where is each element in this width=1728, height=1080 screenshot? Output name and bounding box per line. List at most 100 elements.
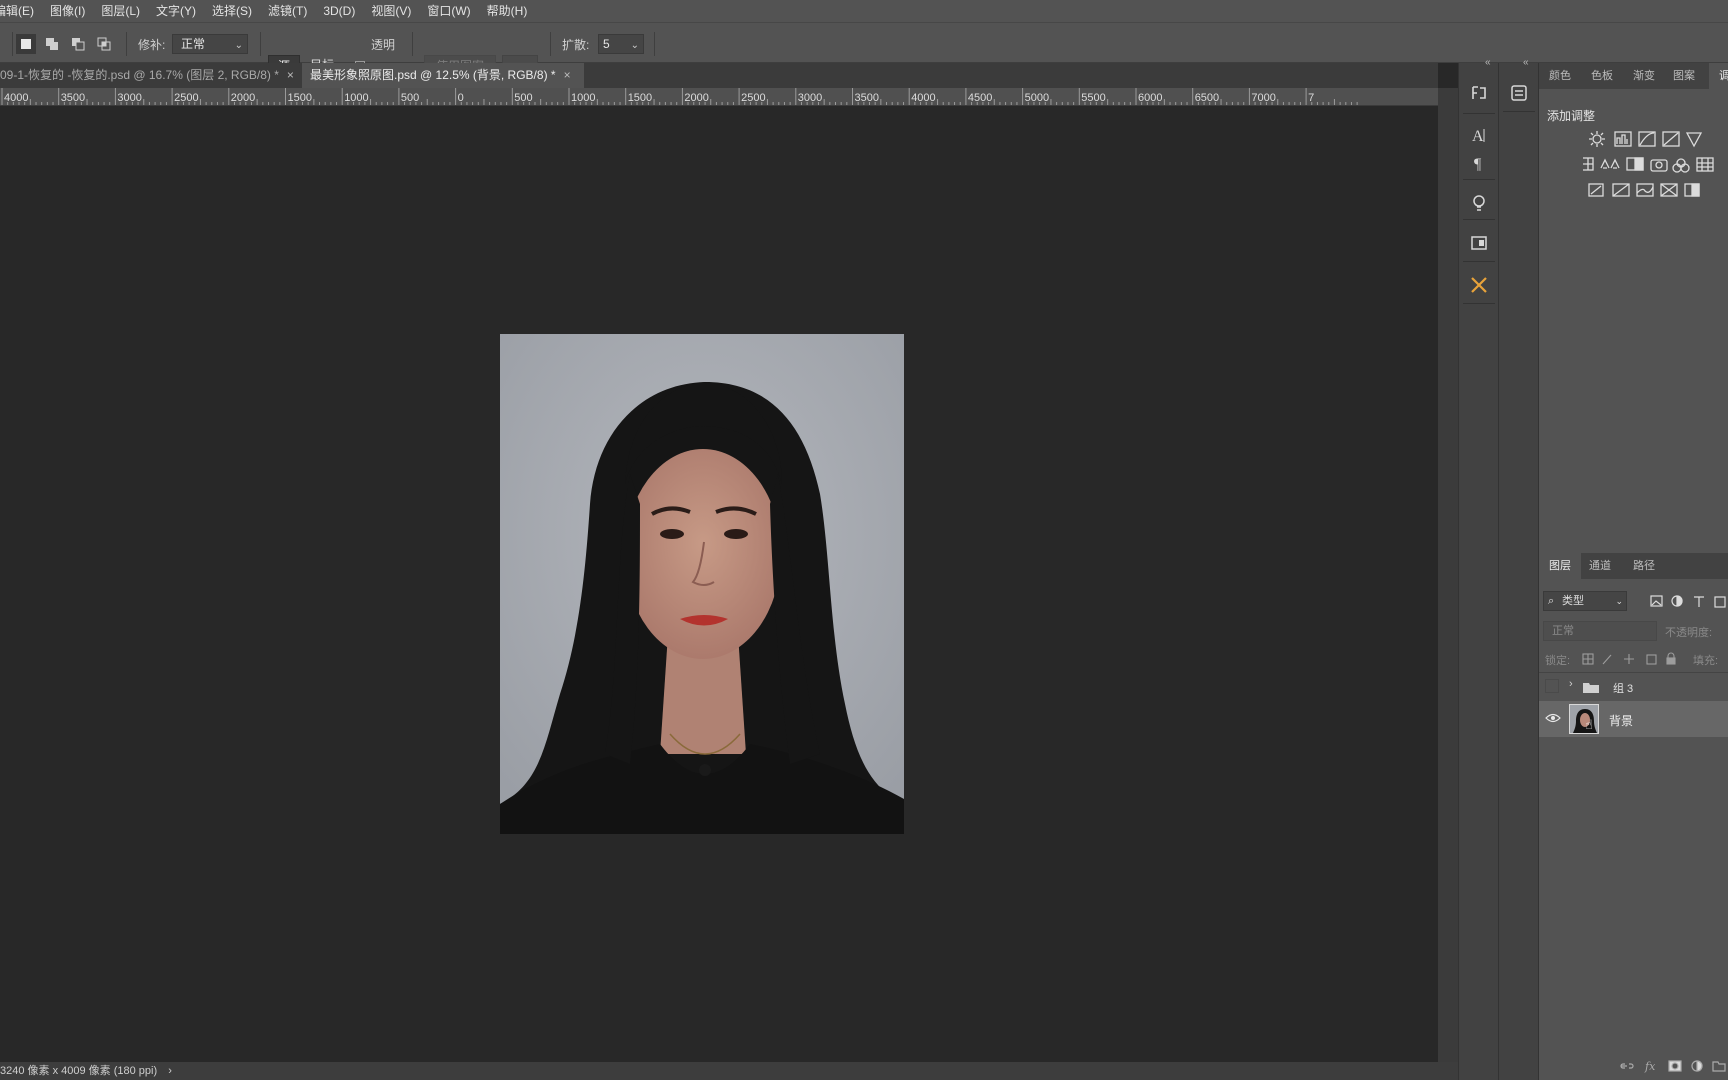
close-icon[interactable]: × (564, 68, 571, 82)
document-tabs: 09-1-恢复的 -恢复的.psd @ 16.7% (图层 2, RGB/8) … (0, 63, 1438, 88)
type-filter-icon (1694, 596, 1704, 607)
search-icon: ⌕ (1548, 595, 1555, 607)
add-selection-icon[interactable] (42, 34, 62, 54)
layer-name: 组 3 (1613, 683, 1634, 695)
lock-label: 锁定: (1545, 655, 1571, 667)
tools-cross-icon[interactable] (1467, 273, 1491, 297)
learn-bulb-icon[interactable] (1467, 191, 1491, 215)
blend-mode-select[interactable]: 正常 (1543, 621, 1657, 641)
options-bar: 修补: 正常 ⌄ 源 目标 透明 使用图案 扩散: 5 ⌄ (0, 22, 1728, 77)
layer-name: 背景 (1609, 714, 1634, 728)
status-menu-arrow[interactable]: › (168, 1065, 172, 1077)
ruler-tick-label: 1500 (627, 92, 653, 104)
layer-row-group[interactable]: › 组 3 (1539, 673, 1728, 701)
properties-icon[interactable] (1507, 81, 1531, 105)
layer-filter-icons (1650, 595, 1726, 608)
lock-icons (1582, 652, 1676, 665)
tab-document-1[interactable]: 09-1-恢复的 -恢复的.psd @ 16.7% (图层 2, RGB/8) … (0, 63, 300, 88)
ruler-tick-label: 2000 (230, 92, 256, 104)
layer-filter-select[interactable]: ⌕ 类型 ⌄ (1543, 591, 1627, 611)
patch-label: 修补: (138, 38, 166, 52)
threshold-icon (1636, 183, 1654, 197)
divider (550, 32, 551, 56)
layer-thumbnail (1569, 704, 1599, 734)
svg-text:fx: fx (1644, 1060, 1656, 1073)
ruler-tick-label: 3000 (797, 92, 823, 104)
diffusion-select[interactable]: 5 ⌄ (598, 34, 644, 54)
ruler-tick-label: 3000 (117, 92, 142, 104)
menu-type[interactable]: 文字(Y) (148, 0, 204, 22)
curves-icon (1638, 131, 1656, 147)
patch-mode-value: 正常 (181, 37, 206, 51)
ruler-tick-label: 2500 (741, 92, 766, 104)
intersect-selection-icon[interactable] (94, 34, 114, 54)
ruler-tick-label: 4000 (4, 92, 29, 104)
paragraph-icon[interactable]: ¶ (1467, 151, 1491, 175)
shape-filter-icon (1714, 596, 1726, 608)
vertical-scrollbar[interactable] (1438, 88, 1458, 1062)
history-icon[interactable] (1467, 81, 1491, 105)
menu-edit[interactable]: 编辑(E) (0, 0, 42, 22)
menu-layer[interactable]: 图层(L) (93, 0, 148, 22)
character-icon[interactable]: A (1467, 123, 1491, 147)
menu-help[interactable]: 帮助(H) (479, 0, 536, 22)
menu-filter[interactable]: 滤镜(T) (260, 0, 315, 22)
patch-mode-select[interactable]: 正常 ⌄ (172, 34, 248, 54)
invert-icon (1588, 183, 1604, 197)
eye-icon[interactable] (1545, 713, 1561, 723)
close-icon[interactable]: × (287, 68, 294, 82)
libraries-icon[interactable] (1467, 231, 1491, 255)
tab-channels[interactable]: 通道 (1589, 553, 1611, 579)
expand-chevron-icon[interactable]: › (1569, 678, 1573, 690)
lock-transparency-icon (1582, 653, 1594, 665)
ruler-tick-label: 5500 (1081, 92, 1106, 104)
collapse-icon[interactable]: « (1523, 57, 1529, 68)
new-group-icon (1712, 1061, 1726, 1072)
fx-icon: fx (1644, 1060, 1656, 1073)
ruler-tick-label: 6000 (1138, 92, 1163, 104)
tab-title: 09-1-恢复的 -恢复的.psd @ 16.7% (图层 2, RGB/8) … (0, 68, 279, 82)
divider (260, 32, 261, 56)
opacity-label: 不透明度: (1665, 627, 1713, 639)
right-panel: 颜色 色板 渐变 图案 调 添加调整 图层 通道 路径 ⌕ 类型 ⌄ 正常 不透… (1538, 63, 1728, 1080)
tab-gradients[interactable]: 渐变 (1633, 63, 1655, 89)
photo-filter-icon (1650, 159, 1668, 172)
diffusion-value: 5 (603, 37, 610, 51)
tab-document-2[interactable]: 最美形象照原图.psd @ 12.5% (背景, RGB/8) * × (302, 63, 584, 88)
menu-3d[interactable]: 3D(D) (315, 0, 363, 22)
tab-swatches[interactable]: 色板 (1591, 63, 1613, 89)
chevron-down-icon: ⌄ (1615, 596, 1623, 606)
divider (654, 32, 655, 56)
new-fill-adjustment-icon (1691, 1060, 1703, 1072)
menu-view[interactable]: 视图(V) (363, 0, 419, 22)
layer-row-background[interactable]: ☝ 背景 (1539, 701, 1728, 737)
ruler-tick-label: 5000 (1024, 92, 1050, 104)
collapsed-panel-dock-2: « (1498, 57, 1538, 1080)
hue-saturation-icon (1583, 157, 1594, 171)
menu-select[interactable]: 选择(S) (204, 0, 260, 22)
status-bar: 3240 像素 x 4009 像素 (180 ppi) › (0, 1062, 1458, 1080)
menu-image[interactable]: 图像(I) (42, 0, 93, 22)
visibility-toggle[interactable] (1545, 679, 1559, 693)
menu-window[interactable]: 窗口(W) (419, 0, 478, 22)
ruler-tick-label: 7000 (1251, 92, 1276, 104)
lock-position-icon (1624, 654, 1634, 664)
subtract-selection-icon[interactable] (68, 34, 88, 54)
ruler-tick-label: 7 (1308, 92, 1315, 104)
layer-filter-value: 类型 (1562, 595, 1584, 607)
document-size-text: 3240 像素 x 4009 像素 (180 ppi) (0, 1065, 158, 1077)
ruler-tick-label: 1500 (287, 92, 312, 104)
collapse-icon[interactable]: « (1485, 57, 1491, 68)
tab-patterns[interactable]: 图案 (1673, 63, 1695, 89)
tab-paths[interactable]: 路径 (1633, 553, 1655, 579)
tab-adjustments[interactable]: 调 (1709, 63, 1728, 89)
tab-layers[interactable]: 图层 (1539, 553, 1581, 579)
document-image[interactable] (500, 334, 904, 834)
portrait-photo (500, 334, 904, 834)
new-selection-icon[interactable] (16, 34, 36, 54)
add-mask-icon (1668, 1060, 1682, 1072)
tab-color[interactable]: 颜色 (1549, 63, 1571, 89)
adjustment-icons (1583, 131, 1714, 197)
chevron-down-icon: ⌄ (630, 40, 639, 51)
adjustment-filter-icon (1671, 595, 1683, 607)
